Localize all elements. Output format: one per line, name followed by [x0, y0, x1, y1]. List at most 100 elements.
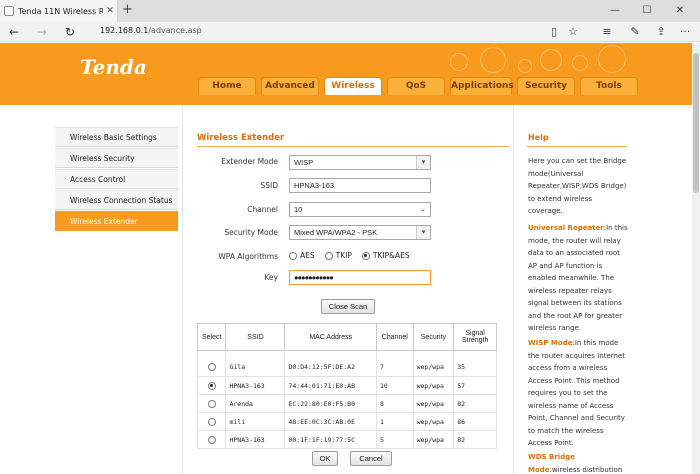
tab-tools[interactable]: Tools: [580, 77, 638, 95]
menu-item-wireless-connection-status[interactable]: Wireless Connection Status: [55, 190, 178, 210]
cell-channel: 8: [375, 394, 414, 413]
col-security: Security: [412, 323, 455, 351]
tab-security[interactable]: Security: [517, 77, 575, 95]
menu-item-wireless-extender[interactable]: Wireless Extender: [55, 211, 178, 231]
header-strip: [0, 95, 692, 105]
wpa-aes-option[interactable]: AES: [289, 251, 315, 260]
cell-security: wep/wpa: [412, 358, 455, 377]
more-icon[interactable]: ···: [676, 22, 694, 42]
wpa-tkip-radio[interactable]: [324, 251, 333, 260]
cell-signal: 82: [453, 430, 497, 449]
col-select: Select: [196, 323, 227, 351]
wpa-aes-radio[interactable]: [289, 251, 297, 260]
browser-titlebar: Tenda 11N Wireless Rout ✕ + — ☐ ✕: [0, 0, 700, 22]
security-mode-label: Security Mode: [224, 228, 278, 237]
scan-results-table: Select SSID MAC Address Channel Security…: [196, 323, 497, 449]
help-title: Help: [528, 133, 549, 142]
help-universal-repeater: Universal Repeater:In this mode, the rou…: [528, 224, 628, 332]
col-ssid: SSID: [225, 323, 286, 351]
wpa-algorithms-group: AES TKIP TKIP&AES: [289, 251, 420, 260]
tab-wireless[interactable]: Wireless: [324, 77, 382, 96]
cell-mac: D0:D4:12:5F:DE:A2: [284, 358, 377, 377]
wpa-tkip-aes-radio[interactable]: [361, 251, 370, 260]
cell-mac: 48:EE:0C:3C:AB:0E: [284, 412, 377, 431]
back-arrow-icon[interactable]: ←: [4, 22, 24, 42]
table-row[interactable]: HPNA3-163 74:44:01:71:E0:AB 10 wep/wpa 5…: [196, 376, 497, 395]
favorite-star-icon[interactable]: ☆: [564, 22, 582, 42]
window-close-icon[interactable]: ✕: [665, 0, 695, 22]
web-note-icon[interactable]: ✎: [626, 22, 644, 42]
cell-channel: 5: [375, 430, 414, 449]
row-select-radio[interactable]: [207, 399, 216, 408]
cell-mac: EC:22:80:E0:F5:B0: [284, 394, 377, 413]
extender-mode-select[interactable]: WISP ▾: [289, 155, 431, 170]
reading-view-icon[interactable]: ▯: [545, 22, 563, 42]
menu-item-wireless-basic-settings[interactable]: Wireless Basic Settings: [55, 127, 178, 147]
table-row[interactable]: HPNA3-163 00:1F:1F:19:77:5C 5 wep/wpa 82: [196, 430, 497, 449]
cell-ssid: HPNA3-163: [225, 430, 286, 449]
page-scrollbar[interactable]: [692, 43, 700, 474]
ssid-input[interactable]: HPNA3-163: [289, 178, 431, 193]
cell-mac: 74:44:01:71:E0:AB: [284, 376, 377, 395]
key-input[interactable]: ●●●●●●●●●●●: [289, 270, 431, 285]
cell-ssid: Arenda: [225, 394, 286, 413]
wpa-tkip-option[interactable]: TKIP: [324, 251, 352, 260]
tab-advanced[interactable]: Advanced: [261, 77, 319, 95]
url-field[interactable]: 192.168.0.1/advance.asp: [100, 26, 202, 35]
tab-home[interactable]: Home: [198, 77, 256, 95]
chevron-down-icon: ▾: [416, 156, 430, 169]
col-signal: Signal Strength: [453, 323, 497, 351]
wpa-tkip-aes-option[interactable]: TKIP&AES: [361, 251, 410, 260]
row-select-radio[interactable]: [207, 381, 216, 390]
maximize-icon[interactable]: ☐: [632, 0, 662, 22]
side-menu: Wireless Basic Settings Wireless Securit…: [55, 127, 178, 232]
table-row[interactable]: mili 48:EE:0C:3C:AB:0E 1 wep/wpa 86: [196, 412, 497, 431]
tab-applications[interactable]: Applications: [450, 77, 514, 95]
section-title: Wireless Extender: [197, 133, 285, 143]
extender-mode-label: Extender Mode: [221, 157, 278, 166]
forward-arrow-icon[interactable]: →: [32, 22, 52, 42]
row-select-radio[interactable]: [207, 435, 216, 444]
minimize-icon[interactable]: —: [600, 0, 630, 22]
share-icon[interactable]: ⇪: [652, 22, 670, 42]
hub-menu-icon[interactable]: ≡: [598, 22, 616, 42]
cell-security: wep/wpa: [412, 376, 455, 395]
browser-tab[interactable]: Tenda 11N Wireless Rout ✕: [0, 0, 118, 22]
cancel-button[interactable]: Cancel: [350, 451, 392, 466]
new-tab-icon[interactable]: +: [122, 2, 133, 17]
scrollbar-thumb[interactable]: [693, 53, 699, 193]
security-mode-select[interactable]: Mixed WPA/WPA2 - PSK ▾: [289, 225, 431, 240]
cell-security: wep/wpa: [412, 412, 455, 431]
cell-channel: 1: [375, 412, 414, 431]
cell-channel: 7: [375, 358, 414, 377]
page-favicon-icon: [4, 6, 14, 16]
tenda-logo: Tenda: [80, 55, 147, 79]
refresh-icon[interactable]: ↻: [60, 22, 80, 42]
table-row[interactable]: Arenda EC:22:80:E0:F5:B0 8 wep/wpa 82: [196, 394, 497, 413]
cell-signal: 57: [453, 376, 497, 395]
cell-signal: 86: [453, 412, 497, 431]
main-nav: Home Advanced Wireless QoS Applications …: [198, 77, 643, 96]
col-channel: Channel: [375, 323, 414, 351]
help-wds-bridge-mode: WDS Bridge Mode:wireless distribution sy…: [528, 453, 623, 474]
scan-table-header: Select SSID MAC Address Channel Security…: [196, 323, 497, 351]
row-select-radio[interactable]: [207, 363, 216, 372]
menu-item-access-control[interactable]: Access Control: [55, 169, 178, 189]
cell-signal: 82: [453, 394, 497, 413]
table-spacer: [196, 350, 497, 359]
table-row[interactable]: Gila D0:D4:12:5F:DE:A2 7 wep/wpa 35: [196, 358, 497, 377]
cell-channel: 10: [375, 376, 414, 395]
cell-ssid: Gila: [225, 358, 286, 377]
chevron-down-icon: ▾: [416, 226, 430, 239]
ok-button[interactable]: OK: [312, 451, 338, 466]
menu-item-wireless-security[interactable]: Wireless Security: [55, 148, 178, 168]
close-scan-button[interactable]: Close Scan: [321, 299, 375, 314]
tab-qos[interactable]: QoS: [387, 77, 445, 95]
cell-ssid: mili: [225, 412, 286, 431]
channel-select[interactable]: 10 ⌄: [289, 202, 431, 217]
wpa-algorithms-label: WPA Algorithms: [218, 252, 278, 261]
cell-signal: 35: [453, 358, 497, 377]
col-mac: MAC Address: [284, 323, 377, 351]
tab-close-icon[interactable]: ✕: [103, 6, 117, 16]
row-select-radio[interactable]: [207, 417, 216, 426]
